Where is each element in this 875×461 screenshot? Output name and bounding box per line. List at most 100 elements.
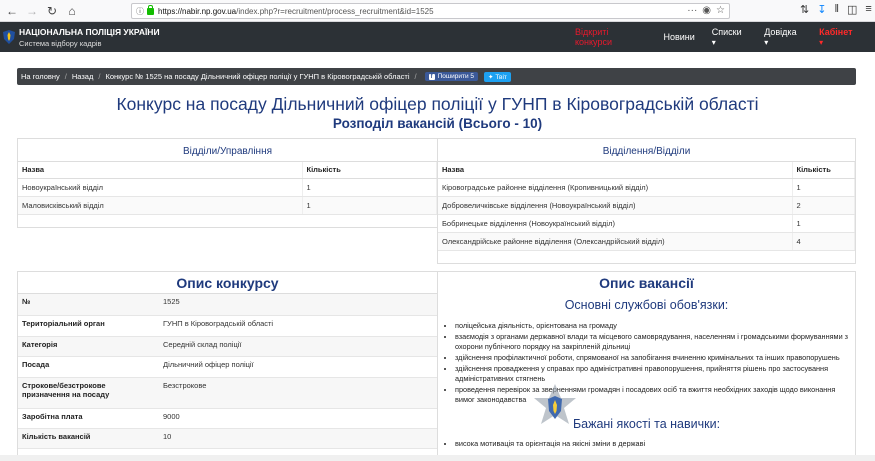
url-text: https://nabir.np.gov.ua/index.php?r=recr…: [158, 7, 434, 16]
sidebar-icon[interactable]: ◫: [847, 3, 857, 16]
list-item: поліцейська діяльність, орієнтована на г…: [455, 321, 855, 331]
col-name: Назва: [438, 162, 793, 179]
nav-open-contests[interactable]: Відкриті конкурси: [575, 27, 646, 47]
contest-details-table: № 1525 Територіальний орган ГУНП в Кіровог…: [18, 294, 437, 449]
detail-label: Заробітна плата: [18, 408, 159, 429]
list-item: здійснення провадження у справах про адм…: [455, 364, 855, 384]
facebook-share-label: Поширити: [437, 73, 469, 80]
url-host: https://nabir.np.gov.ua: [158, 6, 237, 16]
detail-label: Посада: [18, 356, 159, 378]
detail-row: Кількість вакансій 10: [18, 428, 437, 449]
page-bottom-edge: [0, 455, 875, 461]
subdivisions-heading: Відділення/Відділи: [438, 139, 855, 162]
row-name: Маловисківський відділ: [18, 196, 303, 215]
detail-value: ГУНП в Кіровоградській області: [159, 315, 437, 337]
reload-button[interactable]: ↻: [44, 3, 60, 19]
detail-value: Середній склад поліції: [159, 336, 437, 357]
detail-label: Територіальний орган: [18, 315, 159, 337]
detail-row: Строкове/безстрокове призначення на поса…: [18, 377, 437, 409]
breadcrumb-back[interactable]: Назад: [72, 72, 94, 81]
home-icon: ⌂: [68, 3, 76, 18]
arrow-right-icon: →: [26, 3, 38, 18]
table-row: Маловисківський відділ 1: [18, 196, 437, 215]
detail-value: 10: [159, 428, 437, 449]
nav-help[interactable]: Довідка: [764, 27, 802, 47]
breadcrumb-separator: /: [414, 72, 417, 81]
departments-panel: Відділи/Управління Назва Кількість Новоу…: [17, 138, 438, 228]
detail-label: №: [18, 294, 159, 316]
pocket-icon[interactable]: ◉: [702, 5, 711, 16]
distribution-title: Розподіл вакансій (Всього - 10): [332, 116, 543, 131]
browser-tools: ⇅ ↧ ‖ ◫ ≡: [800, 3, 872, 16]
skills-list: висока мотивація та орієнтація на якісні…: [455, 439, 855, 449]
facebook-icon: f: [428, 73, 435, 80]
reload-icon: ↻: [46, 3, 58, 18]
row-name: Новоукраїнський відділ: [18, 178, 303, 197]
list-item: висока мотивація та орієнтація на якісні…: [455, 439, 855, 449]
duties-list: поліцейська діяльність, орієнтована на г…: [455, 321, 855, 405]
list-item: здійснення профілактичної роботи, спрямо…: [455, 353, 855, 363]
download-icon[interactable]: ↧: [817, 3, 826, 16]
detail-label: Категорія: [18, 336, 159, 357]
tweet-label: Твіт: [495, 73, 507, 81]
arrow-left-icon: ←: [6, 3, 18, 18]
table-row: Новоукраїнський відділ 1: [18, 178, 437, 197]
info-icon: ⓘ: [136, 6, 144, 16]
breadcrumb: На головну / Назад / Конкурс № 1525 на п…: [17, 68, 856, 85]
table-row: Кіровоградське районне відділення (Кропи…: [438, 178, 855, 197]
breadcrumb-home[interactable]: На головну: [21, 72, 60, 81]
forward-button[interactable]: →: [24, 3, 40, 19]
row-name: Добровеличківське відділення (Новоукраїн…: [438, 196, 793, 215]
list-item: проведення перевірок за зверненнями гром…: [455, 385, 855, 405]
browser-toolbar: ← → ↻ ⌂ ⓘ https://nabir.np.gov.ua/index.…: [0, 0, 875, 22]
row-count: 2: [792, 196, 855, 215]
lock-icon: [147, 4, 154, 15]
page-actions-button[interactable]: ···: [687, 5, 697, 16]
detail-row: № 1525: [18, 294, 437, 316]
nav-lists[interactable]: Списки: [712, 27, 747, 47]
nav-cabinet[interactable]: Кабінет: [819, 27, 858, 47]
row-count: 1: [302, 196, 437, 215]
back-button[interactable]: ←: [4, 3, 20, 19]
row-count: 1: [792, 178, 855, 197]
home-button[interactable]: ⌂: [64, 3, 80, 19]
detail-value: Безстрокове: [159, 377, 437, 409]
departments-table: Назва Кількість Новоукраїнський відділ 1…: [18, 162, 437, 215]
detail-row: Територіальний орган ГУНП в Кіровоградськ…: [18, 315, 437, 337]
facebook-share-count: 5: [470, 73, 475, 80]
row-name: Олександрійське районне відділення (Олек…: [438, 232, 793, 251]
row-count: 4: [792, 232, 855, 251]
detail-row: Заробітна плата 9000: [18, 408, 437, 429]
nav-news[interactable]: Новини: [663, 32, 694, 42]
site-header: НАЦІОНАЛЬНА ПОЛІЦІЯ УКРАЇНИ Система відб…: [0, 22, 875, 52]
departments-heading: Відділи/Управління: [18, 139, 437, 162]
page-title: Конкурс на посаду Дільничний офіцер полі…: [116, 94, 759, 114]
vacancy-panel: Опис вакансії Основні службові обов'язки…: [437, 271, 856, 461]
detail-value: 9000: [159, 408, 437, 429]
twitter-bird-icon: ✦: [488, 73, 494, 81]
library-icon[interactable]: ‖: [834, 3, 839, 16]
brand[interactable]: НАЦІОНАЛЬНА ПОЛІЦІЯ УКРАЇНИ Система відб…: [19, 27, 160, 48]
menu-icon[interactable]: ≡: [865, 3, 871, 16]
row-name: Кіровоградське районне відділення (Кропи…: [438, 178, 793, 197]
contest-panel: Опис конкурсу № 1525 Територіальний орган…: [17, 271, 438, 461]
bookmark-star-icon[interactable]: ☆: [716, 5, 725, 16]
contest-title: Опис конкурсу: [18, 272, 437, 294]
url-actions: ··· ◉ ☆: [687, 5, 725, 16]
col-count: Кількість: [792, 162, 855, 179]
subdivisions-panel: Відділення/Відділи Назва Кількість Кіров…: [437, 138, 856, 264]
police-badge-watermark-icon: [534, 384, 576, 424]
table-row: Олександрійське районне відділення (Олек…: [438, 232, 855, 251]
col-count: Кількість: [302, 162, 437, 179]
col-name: Назва: [18, 162, 303, 179]
subdivisions-table: Назва Кількість Кіровоградське районне в…: [438, 162, 855, 251]
detail-row: Категорія Середній склад поліції: [18, 336, 437, 357]
address-bar[interactable]: ⓘ https://nabir.np.gov.ua/index.php?r=re…: [131, 3, 730, 19]
detail-value: Дільничний офіцер поліції: [159, 356, 437, 378]
reader-icon[interactable]: ⇅: [800, 3, 809, 16]
police-emblem-icon: [3, 30, 15, 44]
top-nav: Відкриті конкурси Новини Списки Довідка …: [575, 22, 875, 52]
facebook-share-button[interactable]: f Поширити 5: [424, 72, 479, 81]
row-count: 1: [302, 178, 437, 197]
tweet-button[interactable]: ✦ Твіт: [484, 71, 511, 82]
